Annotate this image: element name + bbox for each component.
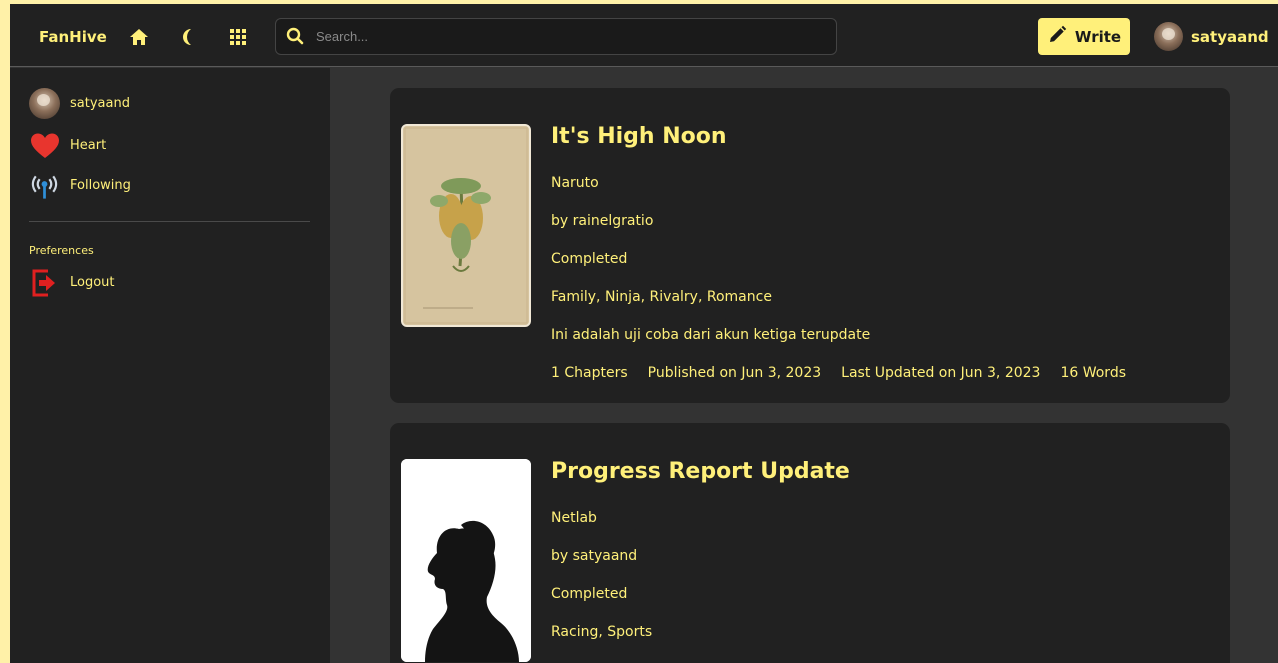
dark-mode-moon-icon[interactable] xyxy=(177,26,199,48)
story-chapters: 1 Chapters xyxy=(551,365,628,381)
search-icon xyxy=(286,27,304,45)
sidebar-item-label: Heart xyxy=(70,138,107,153)
story-cover-image[interactable] xyxy=(401,124,531,327)
app-frame: FanHive Write xyxy=(10,4,1278,663)
apps-grid-icon[interactable] xyxy=(227,26,249,48)
sidebar-item-profile[interactable]: satyaand xyxy=(29,88,130,119)
story-fandom[interactable]: Netlab xyxy=(551,510,597,526)
story-card[interactable]: It's High Noon Naruto by rainelgratio Co… xyxy=(390,88,1230,403)
write-button[interactable]: Write xyxy=(1038,18,1130,55)
sidebar-divider xyxy=(29,221,310,222)
story-tags: Racing, Sports xyxy=(551,624,653,640)
search-box xyxy=(275,18,837,55)
username-label: satyaand xyxy=(1191,27,1269,46)
preferences-heading: Preferences xyxy=(29,244,94,257)
avatar xyxy=(1154,22,1183,51)
logout-icon xyxy=(29,267,60,298)
story-status: Completed xyxy=(551,586,628,602)
logout-button[interactable]: Logout xyxy=(29,267,115,298)
search-input[interactable] xyxy=(316,19,826,54)
story-updated: Last Updated on Jun 3, 2023 xyxy=(841,365,1041,381)
avatar xyxy=(29,88,60,119)
story-meta: 1 Chapters Published on Jun 3, 2023 Last… xyxy=(551,365,1126,381)
story-author[interactable]: by rainelgratio xyxy=(551,213,653,229)
top-navbar: FanHive Write xyxy=(10,4,1278,67)
story-author[interactable]: by satyaand xyxy=(551,548,637,564)
brand-logo[interactable]: FanHive xyxy=(39,28,107,46)
write-button-label: Write xyxy=(1074,27,1122,46)
story-fandom[interactable]: Naruto xyxy=(551,175,599,191)
story-published: Published on Jun 3, 2023 xyxy=(647,365,822,381)
user-menu[interactable]: satyaand xyxy=(1154,22,1269,51)
story-title[interactable]: It's High Noon xyxy=(551,124,727,149)
story-summary: Ini adalah uji coba dari akun ketiga ter… xyxy=(551,327,871,343)
story-tags: Family, Ninja, Rivalry, Romance xyxy=(551,289,772,305)
story-status: Completed xyxy=(551,251,628,267)
story-card[interactable]: Progress Report Update Netlab by satyaan… xyxy=(390,423,1230,663)
sidebar-item-following[interactable]: Following xyxy=(29,170,131,201)
logout-label: Logout xyxy=(70,275,115,290)
sidebar-item-heart[interactable]: Heart xyxy=(29,130,106,161)
story-words: 16 Words xyxy=(1060,365,1126,381)
broadcast-icon xyxy=(29,170,60,201)
story-title[interactable]: Progress Report Update xyxy=(551,459,850,484)
home-icon[interactable] xyxy=(128,26,150,48)
pencil-icon xyxy=(1047,25,1067,49)
heart-icon xyxy=(29,130,60,161)
sidebar: satyaand Heart Following Preferences Log… xyxy=(10,68,330,663)
sidebar-item-label: Following xyxy=(70,178,131,193)
sidebar-item-label: satyaand xyxy=(70,96,130,111)
story-cover-image[interactable] xyxy=(401,459,531,662)
